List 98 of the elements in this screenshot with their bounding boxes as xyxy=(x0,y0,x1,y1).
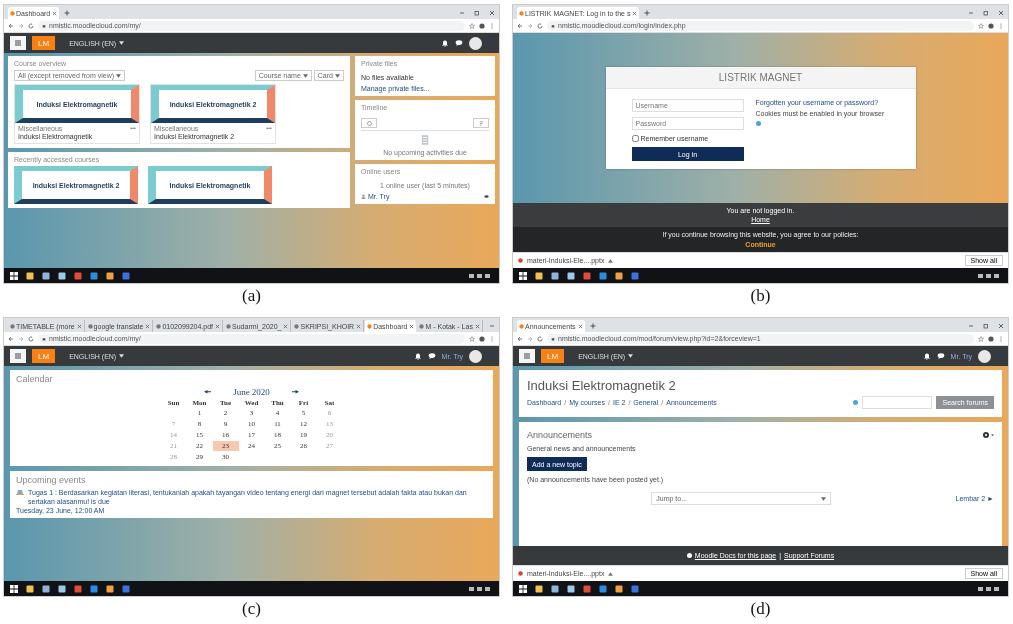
menu-icon xyxy=(14,353,22,359)
reload-icon[interactable] xyxy=(537,22,543,29)
close-icon[interactable] xyxy=(283,323,289,329)
favicon-icon xyxy=(226,323,232,329)
file-icon xyxy=(518,258,523,263)
figure-caption: (b) xyxy=(749,286,772,306)
reload-icon[interactable] xyxy=(537,335,543,342)
search-field[interactable] xyxy=(862,396,933,409)
remember-checkbox[interactable] xyxy=(631,135,639,142)
eye-icon[interactable] xyxy=(484,194,489,199)
card-title: Upcoming events xyxy=(16,475,87,485)
chat-icon[interactable] xyxy=(936,352,945,360)
bell-icon[interactable] xyxy=(922,352,931,360)
figure-caption: (a) xyxy=(241,286,262,306)
close-icon[interactable] xyxy=(76,323,82,329)
start-icon[interactable] xyxy=(519,584,527,593)
close-icon[interactable] xyxy=(409,323,415,329)
close-icon[interactable] xyxy=(998,323,1004,329)
site-title: LISTRIK MAGNET xyxy=(605,67,916,89)
clock-icon xyxy=(366,120,372,126)
star-icon[interactable] xyxy=(469,22,475,29)
close-icon[interactable] xyxy=(52,10,58,16)
favicon-icon xyxy=(10,323,15,329)
caret-icon[interactable] xyxy=(608,258,614,263)
next-month-icon[interactable] xyxy=(291,390,299,394)
close-icon[interactable] xyxy=(474,323,480,329)
star-icon[interactable] xyxy=(978,22,984,29)
back-arrow-icon[interactable] xyxy=(8,335,14,342)
menu-button[interactable] xyxy=(10,349,26,363)
caret-icon xyxy=(335,73,340,78)
close-icon[interactable] xyxy=(215,323,221,329)
previous-month-icon[interactable] xyxy=(204,390,212,394)
new-tab-icon[interactable] xyxy=(589,323,596,329)
close-icon[interactable] xyxy=(577,323,583,329)
favicon-icon xyxy=(519,323,524,329)
course-title: Induksi Elektromagnetik 2 xyxy=(527,378,677,393)
favicon-icon xyxy=(156,323,162,329)
favicon-icon xyxy=(519,10,524,16)
menu-button[interactable] xyxy=(519,349,535,363)
chat-icon[interactable] xyxy=(455,39,463,47)
bell-icon[interactable] xyxy=(413,352,422,360)
favicon-icon xyxy=(294,323,300,329)
close-icon[interactable] xyxy=(489,10,495,16)
menu-button[interactable] xyxy=(10,36,26,50)
close-icon[interactable] xyxy=(632,10,638,16)
avatar[interactable] xyxy=(978,349,991,363)
sort-icon xyxy=(478,120,484,126)
caret-icon[interactable] xyxy=(608,571,614,576)
figure-caption: (c) xyxy=(241,599,262,619)
back-arrow-icon[interactable] xyxy=(517,335,523,342)
card-title: Calendar xyxy=(16,374,54,384)
assignment-icon xyxy=(16,489,24,495)
document-icon xyxy=(421,135,429,145)
caret-icon xyxy=(628,354,634,358)
restore-icon[interactable] xyxy=(983,323,989,329)
favicon-icon xyxy=(367,323,373,329)
avatar[interactable] xyxy=(469,36,482,50)
forum-title: Announcements xyxy=(527,430,593,440)
restore-icon[interactable] xyxy=(474,10,480,16)
close-icon[interactable] xyxy=(145,323,151,329)
system-tray-icons xyxy=(469,585,493,592)
restore-icon[interactable] xyxy=(983,10,989,16)
back-arrow-icon[interactable] xyxy=(8,22,14,29)
file-icon xyxy=(518,571,523,576)
favicon-icon xyxy=(10,10,15,16)
month-title: June 2020 xyxy=(233,387,270,397)
bell-icon[interactable] xyxy=(441,39,449,47)
menu-icon xyxy=(523,353,531,359)
caret-icon xyxy=(302,73,308,78)
more-icon[interactable] xyxy=(266,127,272,130)
more-icon[interactable] xyxy=(130,127,136,130)
user-icon xyxy=(361,194,366,199)
favicon-icon xyxy=(87,323,93,329)
figure-caption: (d) xyxy=(749,599,772,619)
star-icon[interactable] xyxy=(978,335,984,342)
reload-icon[interactable] xyxy=(28,22,34,29)
caret-icon xyxy=(119,41,125,45)
reload-icon[interactable] xyxy=(28,335,34,342)
caret-icon xyxy=(821,496,827,501)
close-icon[interactable] xyxy=(356,323,362,329)
favicon-icon xyxy=(419,323,425,329)
menu-icon xyxy=(14,40,22,46)
start-icon[interactable] xyxy=(519,271,527,280)
system-tray-icons xyxy=(469,272,493,279)
avatar[interactable] xyxy=(469,349,482,363)
start-icon[interactable] xyxy=(10,584,18,593)
chat-icon[interactable] xyxy=(427,352,436,360)
system-tray-icons xyxy=(978,272,1002,279)
caret-icon xyxy=(119,354,125,358)
new-tab-icon[interactable] xyxy=(644,10,651,16)
back-arrow-icon[interactable] xyxy=(517,22,523,29)
caret-icon xyxy=(116,73,122,78)
new-tab-icon[interactable] xyxy=(64,10,71,16)
settings-icon[interactable] xyxy=(982,431,994,439)
star-icon[interactable] xyxy=(469,335,475,342)
close-icon[interactable] xyxy=(998,10,1004,16)
system-tray-icons xyxy=(978,585,1002,592)
start-icon[interactable] xyxy=(10,271,18,280)
